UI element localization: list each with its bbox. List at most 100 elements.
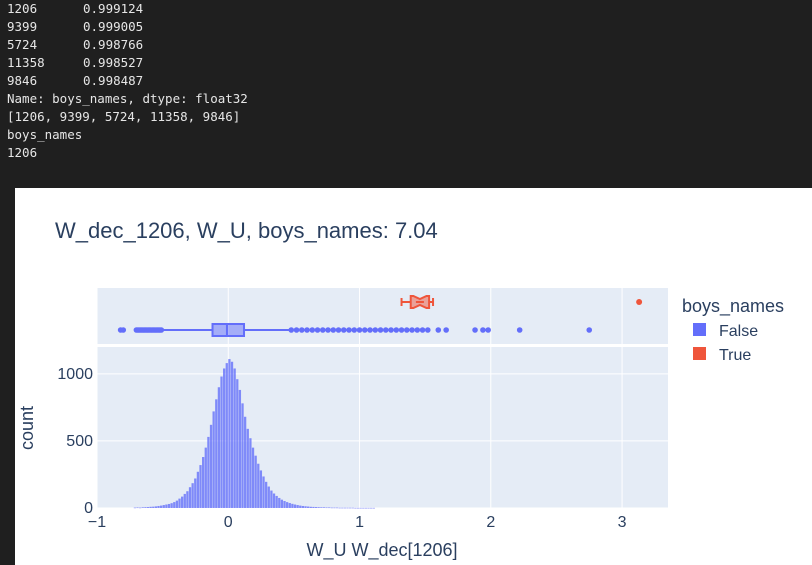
histogram-bar[interactable] <box>181 496 184 508</box>
legend-swatch-false[interactable] <box>693 323 706 336</box>
box-false-outlier-point[interactable] <box>403 327 410 333</box>
box-false-outlier-point[interactable] <box>480 327 486 333</box>
histogram-bar[interactable] <box>241 403 244 508</box>
box-false-outlier-point[interactable] <box>424 327 431 333</box>
histogram-bar[interactable] <box>370 507 373 509</box>
histogram-bar[interactable] <box>133 507 137 509</box>
histogram-bar[interactable] <box>223 368 226 508</box>
histogram-bar[interactable] <box>317 507 320 508</box>
histogram-bar[interactable] <box>199 465 202 508</box>
histogram-bar[interactable] <box>202 457 205 508</box>
legend[interactable]: boys_names False True <box>682 296 784 364</box>
box-false-outlier-point[interactable] <box>435 327 442 333</box>
histogram-bar[interactable] <box>356 507 360 509</box>
box-false-outlier-point[interactable] <box>319 327 326 333</box>
histogram-bar[interactable] <box>149 506 152 508</box>
histogram-bar[interactable] <box>157 505 160 508</box>
histogram-bar[interactable] <box>152 506 155 508</box>
histogram-bar[interactable] <box>257 463 260 508</box>
histogram-bar[interactable] <box>286 502 289 508</box>
histogram-bar[interactable] <box>296 505 299 508</box>
histogram-bar[interactable] <box>267 486 270 508</box>
histogram-bar[interactable] <box>338 507 341 509</box>
histogram-bar[interactable] <box>173 502 176 508</box>
histogram-bar[interactable] <box>196 471 200 508</box>
histogram-bar[interactable] <box>364 507 368 509</box>
histogram-bar[interactable] <box>259 470 263 508</box>
box-false-outlier-point[interactable] <box>304 327 310 333</box>
chart-svg[interactable]: W_dec_1206, W_U, boys_names: 7.04 −1 0 1 2 3… <box>15 188 812 565</box>
histogram-bar[interactable] <box>194 478 197 508</box>
histogram-bar[interactable] <box>236 379 239 508</box>
histogram-bar[interactable] <box>299 505 302 508</box>
histogram-bar[interactable] <box>341 507 344 509</box>
histogram-bar[interactable] <box>249 438 252 508</box>
box-false-outlier-point[interactable] <box>120 327 127 333</box>
histogram-bar[interactable] <box>328 507 331 509</box>
box-true-outlier-point[interactable] <box>636 299 643 305</box>
histogram-bar[interactable] <box>244 416 247 508</box>
box-false-outlier-point[interactable] <box>309 327 316 333</box>
histogram-bar[interactable] <box>139 507 142 509</box>
box-false-outlier-point[interactable] <box>325 327 331 333</box>
histogram-bar[interactable] <box>188 487 192 508</box>
box-false-outlier-point[interactable] <box>298 327 305 333</box>
histogram-bar[interactable] <box>146 507 150 508</box>
histogram-bar[interactable] <box>175 500 179 508</box>
box-false-outlier-point[interactable] <box>356 327 363 333</box>
histogram-bar[interactable] <box>212 411 215 508</box>
histogram-bar[interactable] <box>165 504 168 508</box>
box-false-iqr[interactable] <box>211 323 246 337</box>
box-false-outlier-point[interactable] <box>361 327 368 333</box>
plotly-figure[interactable]: W_dec_1206, W_U, boys_names: 7.04 −1 0 1 2 3… <box>15 188 812 565</box>
box-false-outlier-point[interactable] <box>158 327 165 333</box>
histogram-bar[interactable] <box>217 387 221 508</box>
box-false-outlier-point[interactable] <box>314 327 321 333</box>
box-false-outlier-point[interactable] <box>340 327 347 333</box>
histogram-bar[interactable] <box>291 503 294 508</box>
box-false-outlier-point[interactable] <box>372 327 379 333</box>
histogram-bar[interactable] <box>333 507 336 509</box>
histogram-bar[interactable] <box>204 447 207 508</box>
histogram-bar[interactable] <box>251 447 255 508</box>
histogram-bar[interactable] <box>183 493 186 508</box>
histogram-bar[interactable] <box>278 497 281 508</box>
box-false-outlier-point[interactable] <box>351 327 358 333</box>
box-false-outlier-point[interactable] <box>393 327 400 333</box>
box-false-outlier-point[interactable] <box>388 327 394 333</box>
histogram-bar[interactable] <box>275 495 278 508</box>
histogram-bar[interactable] <box>322 507 326 508</box>
histogram-bar[interactable] <box>167 503 171 508</box>
legend-label-false[interactable]: False <box>719 323 758 340</box>
histogram-bar[interactable] <box>170 503 173 508</box>
box-false-outlier-point[interactable] <box>409 327 415 333</box>
histogram-bar[interactable] <box>351 507 354 509</box>
histogram-bar[interactable] <box>301 505 305 508</box>
histogram-bar[interactable] <box>207 436 210 508</box>
box-false-outlier-point[interactable] <box>414 327 421 333</box>
box-false-outlier-point[interactable] <box>443 327 449 333</box>
box-false-outlier-point[interactable] <box>367 327 373 333</box>
histogram-bar[interactable] <box>343 507 347 509</box>
histogram-bar[interactable] <box>304 506 307 508</box>
box-false-outlier-point[interactable] <box>346 327 352 333</box>
histogram-bar[interactable] <box>136 507 139 509</box>
box-false-outlier-point[interactable] <box>398 327 405 333</box>
histogram-bar[interactable] <box>320 507 323 508</box>
histogram-bar[interactable] <box>215 399 218 508</box>
box-false-outlier-point[interactable] <box>586 327 593 333</box>
histogram-bar[interactable] <box>178 498 181 508</box>
histogram-bar[interactable] <box>246 428 249 508</box>
histogram-bar[interactable] <box>335 507 339 509</box>
box-false-outlier-point[interactable] <box>293 327 300 333</box>
box-false-outlier-point[interactable] <box>330 327 337 333</box>
box-false-outlier-point[interactable] <box>516 327 523 333</box>
box-false-outlier-point[interactable] <box>382 327 389 333</box>
histogram-bar[interactable] <box>349 507 352 509</box>
histogram-bar[interactable] <box>141 507 144 508</box>
histogram-bar[interactable] <box>225 363 228 508</box>
legend-label-true[interactable]: True <box>719 347 751 364</box>
histogram-bar[interactable] <box>314 507 318 508</box>
histogram-bar[interactable] <box>346 507 349 509</box>
histogram-bar[interactable] <box>265 481 268 508</box>
